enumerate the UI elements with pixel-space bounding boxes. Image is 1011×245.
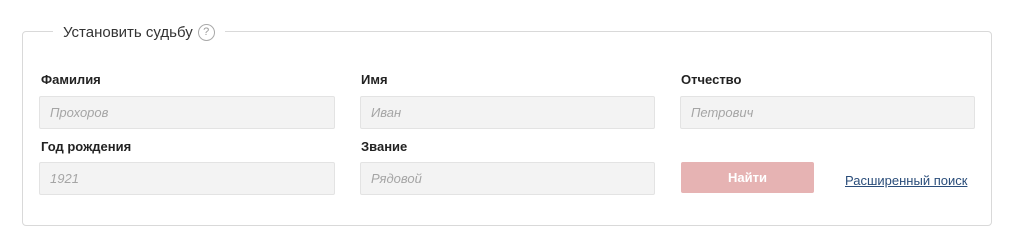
patronymic-input[interactable]	[680, 96, 975, 129]
birth-year-label: Год рождения	[41, 139, 132, 154]
form-legend: Установить судьбу ?	[53, 21, 225, 43]
rank-input[interactable]	[360, 162, 655, 195]
form-title: Установить судьбу	[63, 23, 193, 41]
search-button[interactable]: Найти	[681, 162, 814, 193]
birth-year-input[interactable]	[39, 162, 335, 195]
help-icon[interactable]: ?	[197, 23, 215, 41]
rank-label: Звание	[361, 139, 408, 154]
patronymic-label: Отчество	[681, 72, 742, 87]
surname-label: Фамилия	[41, 72, 101, 87]
advanced-search-link[interactable]: Расширенный поиск	[845, 173, 967, 188]
surname-input[interactable]	[39, 96, 335, 129]
name-input[interactable]	[360, 96, 655, 129]
name-label: Имя	[361, 72, 388, 87]
